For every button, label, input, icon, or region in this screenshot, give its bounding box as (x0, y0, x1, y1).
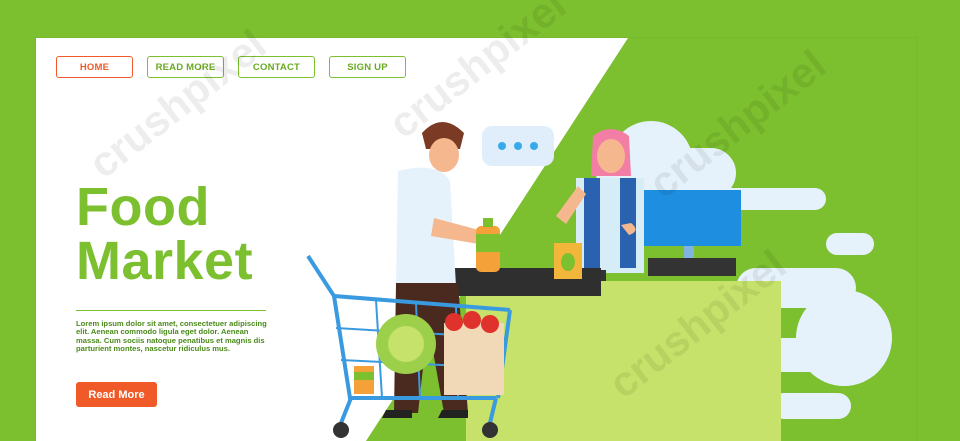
monitor (641, 190, 741, 246)
hero-description: Lorem ipsum dolor sit amet, consectetuer… (76, 319, 267, 354)
nav-sign-up-button[interactable]: SIGN UP (329, 56, 406, 78)
juice-bottle (476, 218, 500, 272)
nav-contact-button[interactable]: CONTACT (238, 56, 315, 78)
cart-wheel (333, 422, 349, 438)
hero-title-line1: Food (76, 177, 210, 237)
read-more-button[interactable]: Read More (76, 382, 157, 407)
nav-read-more-button[interactable]: READ MORE (147, 56, 224, 78)
cart-wheel (482, 422, 498, 438)
hero-title-line2: Market (76, 231, 254, 291)
title-divider (76, 310, 266, 311)
hero-title: Food Market (76, 180, 253, 288)
nav-home-button[interactable]: HOME (56, 56, 133, 78)
landing-page: HOME READ MORE CONTACT SIGN UP Food Mark… (36, 38, 916, 441)
checkout-counter (466, 281, 781, 441)
top-navigation: HOME READ MORE CONTACT SIGN UP (56, 56, 406, 78)
